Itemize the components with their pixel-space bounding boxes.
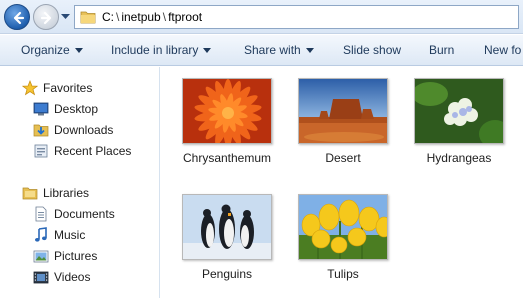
recent-pages-chevron-icon[interactable] xyxy=(61,13,70,21)
address-bar-region: C: \ inetpub \ ftproot xyxy=(0,0,523,34)
navigation-pane: Favorites Desktop Downloads Recent Place… xyxy=(0,67,160,298)
nav-item-recent-places-label: Recent Places xyxy=(54,144,132,158)
folder-icon xyxy=(80,11,96,24)
breadcrumb-separator: \ xyxy=(116,10,120,24)
nav-item-music-label: Music xyxy=(54,228,86,242)
organize-label: Organize xyxy=(21,43,70,57)
nav-item-downloads-label: Downloads xyxy=(54,123,114,137)
libraries-icon xyxy=(22,187,38,200)
organize-button[interactable]: Organize xyxy=(21,43,83,57)
breadcrumb-drive[interactable]: C: xyxy=(102,10,114,24)
thumbnail-hydrangeas xyxy=(414,78,504,144)
downloads-icon xyxy=(33,124,49,137)
new-folder-button[interactable]: New fo xyxy=(484,43,521,57)
music-icon xyxy=(35,227,47,242)
burn-label: Burn xyxy=(429,43,455,57)
thumbnail-tulips xyxy=(298,194,388,260)
file-item-desert[interactable]: Desert xyxy=(288,78,398,170)
file-item-chrysanthemum[interactable]: Chrysanthemum xyxy=(172,78,282,170)
include-in-library-button[interactable]: Include in library xyxy=(111,43,212,57)
slide-show-button[interactable]: Slide show xyxy=(343,43,401,57)
share-with-label: Share with xyxy=(244,43,301,57)
back-arrow-icon xyxy=(13,11,25,25)
file-name: Hydrangeas xyxy=(426,151,492,165)
breadcrumb-ftproot[interactable]: ftproot xyxy=(168,10,202,24)
command-bar: Organize Include in library Share with S… xyxy=(0,35,523,66)
documents-icon xyxy=(35,206,47,222)
file-list: Chrysanthemum Desert Hydrangeas Penguins… xyxy=(161,67,523,298)
burn-button[interactable]: Burn xyxy=(429,43,454,57)
slide-show-label: Slide show xyxy=(343,43,402,57)
thumbnail-penguins xyxy=(182,194,272,260)
dropdown-arrow-icon xyxy=(203,48,212,54)
videos-icon xyxy=(33,271,49,284)
forward-button[interactable] xyxy=(33,4,59,30)
nav-item-desktop-label: Desktop xyxy=(54,102,99,116)
pictures-icon xyxy=(33,250,49,263)
dropdown-arrow-icon xyxy=(74,48,83,54)
desktop-icon xyxy=(33,102,49,116)
nav-item-documents-label: Documents xyxy=(54,207,115,221)
file-name: Chrysanthemum xyxy=(182,151,272,165)
file-item-penguins[interactable]: Penguins xyxy=(172,194,282,286)
file-name: Tulips xyxy=(327,267,359,281)
nav-libraries-label: Libraries xyxy=(43,186,90,200)
file-name: Desert xyxy=(325,151,361,165)
share-with-button[interactable]: Share with xyxy=(244,43,314,57)
breadcrumb-separator: \ xyxy=(162,10,167,24)
new-folder-label: New fo xyxy=(484,43,522,57)
file-item-hydrangeas[interactable]: Hydrangeas xyxy=(404,78,514,170)
file-item-tulips[interactable]: Tulips xyxy=(288,194,398,286)
nav-item-videos-label: Videos xyxy=(54,270,91,284)
forward-arrow-icon xyxy=(40,11,52,25)
file-name: Penguins xyxy=(201,267,253,281)
nav-favorites-label: Favorites xyxy=(43,81,93,95)
thumbnail-chrysanthemum xyxy=(182,78,272,144)
dropdown-arrow-icon xyxy=(305,48,314,54)
back-button[interactable] xyxy=(4,4,30,30)
address-field[interactable]: C: \ inetpub \ ftproot xyxy=(74,5,519,29)
star-icon xyxy=(22,80,38,96)
thumbnail-desert xyxy=(298,78,388,144)
address-path: C: \ inetpub \ ftproot xyxy=(102,10,202,24)
include-in-library-label: Include in library xyxy=(111,43,199,57)
nav-item-pictures-label: Pictures xyxy=(54,249,98,263)
recent-places-icon xyxy=(34,144,48,158)
breadcrumb-inetpub[interactable]: inetpub xyxy=(121,10,160,24)
